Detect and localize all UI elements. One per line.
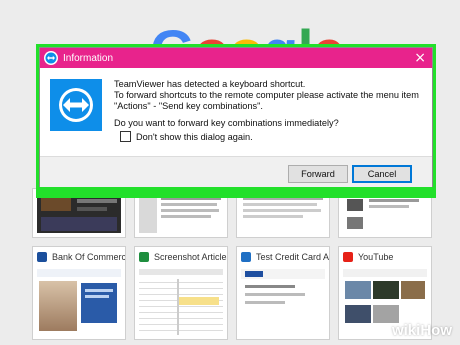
dialog-question: Do you want to forward key combinations … — [114, 118, 339, 128]
most-visited-tile-screenshot-articles[interactable]: Screenshot Articles M — [134, 246, 228, 340]
tile-caption: Screenshot Articles M — [135, 247, 227, 267]
youtube-favicon-icon — [343, 252, 353, 262]
most-visited-tile-bank[interactable]: Bank Of Commerce B — [32, 246, 126, 340]
wikihow-watermark: wikiHow — [392, 322, 452, 339]
dialog-footer: Forward Cancel — [40, 156, 432, 187]
cancel-button[interactable]: Cancel — [352, 165, 412, 183]
close-icon[interactable]: × — [414, 50, 426, 66]
tile-caption: YouTube — [339, 247, 431, 267]
tile-caption: Bank Of Commerce B — [33, 247, 125, 267]
paypal-favicon-icon — [241, 252, 251, 262]
message-line: TeamViewer has detected a keyboard short… — [114, 79, 306, 89]
teamviewer-small-icon — [44, 51, 58, 65]
tile-preview — [139, 269, 223, 335]
forward-button[interactable]: Forward — [288, 165, 348, 183]
information-dialog: Information × TeamViewer has detected a … — [40, 48, 432, 187]
tile-title: Bank Of Commerce B — [52, 252, 125, 262]
most-visited-tile-paypal[interactable]: Test Credit Card Acco — [236, 246, 330, 340]
bank-favicon-icon — [37, 252, 47, 262]
dont-show-again-label[interactable]: Don't show this dialog again. — [136, 132, 253, 142]
dont-show-again-checkbox[interactable] — [120, 131, 131, 142]
teamviewer-icon — [50, 79, 102, 131]
tile-preview — [241, 269, 325, 335]
message-line: To forward shortcuts to the remote compu… — [114, 90, 419, 100]
watermark-how: How — [420, 322, 452, 339]
sheets-favicon-icon — [139, 252, 149, 262]
dialog-title: Information — [63, 52, 114, 64]
dont-show-again-row[interactable]: Don't show this dialog again. — [120, 131, 253, 142]
dialog-titlebar[interactable]: Information × — [40, 48, 432, 68]
message-line: "Actions" - "Send key combinations". — [114, 101, 263, 111]
tile-title: YouTube — [358, 252, 394, 262]
watermark-wiki: wiki — [391, 322, 421, 339]
tile-title: Test Credit Card Acco — [256, 252, 329, 262]
tile-preview — [37, 269, 121, 335]
dialog-content: TeamViewer has detected a keyboard short… — [40, 68, 432, 156]
tile-caption: Test Credit Card Acco — [237, 247, 329, 267]
tile-title: Screenshot Articles M — [154, 252, 227, 262]
dialog-message: TeamViewer has detected a keyboard short… — [114, 79, 424, 112]
